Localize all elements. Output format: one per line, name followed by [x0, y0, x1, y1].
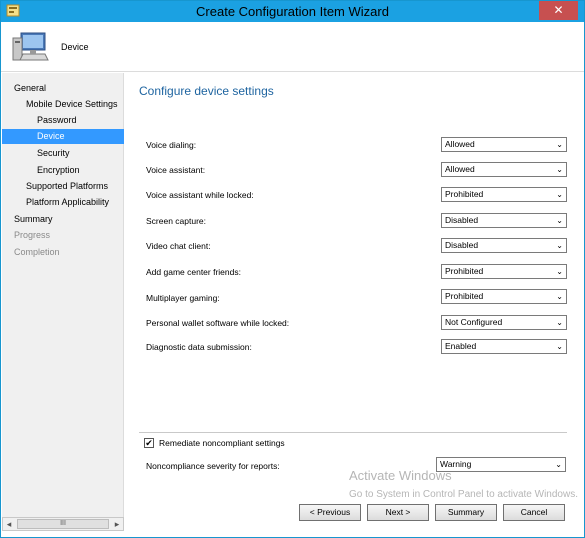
cancel-button[interactable]: Cancel: [503, 504, 565, 521]
wizard-window: Create Configuration Item Wizard ✕ Devic…: [0, 0, 585, 538]
voice-assistant-locked-select[interactable]: Prohibited ⌄: [441, 187, 567, 202]
select-value: Disabled: [445, 240, 479, 250]
nav-item-device[interactable]: Device: [2, 129, 124, 144]
scroll-right-icon[interactable]: ▸: [111, 518, 123, 530]
main-content: Configure device settings Voice dialing:…: [125, 73, 584, 537]
select-value: Prohibited: [445, 291, 484, 301]
close-icon: ✕: [553, 3, 564, 17]
setting-label-voice-assistant: Voice assistant:: [146, 165, 206, 175]
wizard-nav: General Mobile Device Settings Password …: [2, 73, 124, 517]
select-value: Prohibited: [445, 266, 484, 276]
select-value: Allowed: [445, 139, 475, 149]
chevron-down-icon: ⌄: [556, 165, 563, 174]
remediate-label: Remediate noncompliant settings: [159, 438, 285, 448]
window-title: Create Configuration Item Wizard: [196, 4, 389, 19]
setting-label-game-center-friends: Add game center friends:: [146, 267, 241, 277]
select-value: Not Configured: [445, 317, 503, 327]
setting-label-diagnostic-data: Diagnostic data submission:: [146, 342, 252, 352]
page-title: Configure device settings: [139, 84, 274, 98]
nav-item-encryption[interactable]: Encryption: [2, 163, 124, 178]
setting-label-voice-dialing: Voice dialing:: [146, 140, 197, 150]
previous-button[interactable]: < Previous: [299, 504, 361, 521]
next-button[interactable]: Next >: [367, 504, 429, 521]
nav-item-progress: Progress: [14, 230, 51, 240]
nav-item-security[interactable]: Security: [2, 146, 124, 161]
title-bar: Create Configuration Item Wizard ✕: [1, 1, 584, 22]
section-divider: [139, 432, 567, 433]
chevron-down-icon: ⌄: [556, 318, 563, 327]
computer-icon: [12, 32, 49, 61]
nav-item-mobile-device-settings[interactable]: Mobile Device Settings: [2, 97, 124, 112]
watermark-line-2: Go to System in Control Panel to activat…: [349, 489, 578, 500]
chevron-down-icon: ⌄: [556, 292, 563, 301]
nav-horizontal-scrollbar[interactable]: ◂ III ▸: [2, 517, 124, 531]
setting-label-personal-wallet: Personal wallet software while locked:: [146, 318, 290, 328]
severity-label: Noncompliance severity for reports:: [146, 461, 280, 471]
chevron-down-icon: ⌄: [556, 140, 563, 149]
chevron-down-icon: ⌄: [556, 342, 563, 351]
game-center-friends-select[interactable]: Prohibited ⌄: [441, 264, 567, 279]
select-value: Prohibited: [445, 189, 484, 199]
nav-item-password[interactable]: Password: [2, 113, 124, 128]
setting-label-video-chat: Video chat client:: [146, 241, 211, 251]
nav-item-general[interactable]: General: [2, 81, 124, 96]
nav-item-supported-platforms[interactable]: Supported Platforms: [2, 179, 124, 194]
diagnostic-data-select[interactable]: Enabled ⌄: [441, 339, 567, 354]
chevron-down-icon: ⌄: [556, 267, 563, 276]
scroll-left-icon[interactable]: ◂: [3, 518, 15, 530]
wizard-header: Device: [1, 22, 584, 72]
multiplayer-gaming-select[interactable]: Prohibited ⌄: [441, 289, 567, 304]
voice-assistant-select[interactable]: Allowed ⌄: [441, 162, 567, 177]
summary-button[interactable]: Summary: [435, 504, 497, 521]
video-chat-select[interactable]: Disabled ⌄: [441, 238, 567, 253]
select-value: Warning: [440, 459, 472, 469]
nav-item-completion: Completion: [14, 247, 60, 257]
select-value: Enabled: [445, 341, 477, 351]
nav-item-summary[interactable]: Summary: [2, 212, 124, 227]
remediate-checkbox[interactable]: ✔: [144, 438, 154, 448]
chevron-down-icon: ⌄: [556, 216, 563, 225]
activation-watermark: Activate Windows Go to System in Control…: [349, 468, 578, 500]
scroll-thumb[interactable]: III: [17, 519, 109, 529]
screen-capture-select[interactable]: Disabled ⌄: [441, 213, 567, 228]
page-header-title: Device: [61, 42, 89, 52]
voice-dialing-select[interactable]: Allowed ⌄: [441, 137, 567, 152]
select-value: Disabled: [445, 215, 479, 225]
checkmark-icon: ✔: [145, 438, 153, 448]
chevron-down-icon: ⌄: [556, 190, 563, 199]
personal-wallet-select[interactable]: Not Configured ⌄: [441, 315, 567, 330]
chevron-down-icon: ⌄: [555, 460, 562, 469]
select-value: Allowed: [445, 164, 475, 174]
severity-select[interactable]: Warning ⌄: [436, 457, 566, 472]
setting-label-multiplayer-gaming: Multiplayer gaming:: [146, 293, 220, 303]
chevron-down-icon: ⌄: [556, 241, 563, 250]
nav-item-platform-applicability[interactable]: Platform Applicability: [2, 195, 124, 210]
close-button[interactable]: ✕: [539, 1, 578, 20]
setting-label-screen-capture: Screen capture:: [146, 216, 207, 226]
setting-label-voice-assistant-locked: Voice assistant while locked:: [146, 190, 254, 200]
